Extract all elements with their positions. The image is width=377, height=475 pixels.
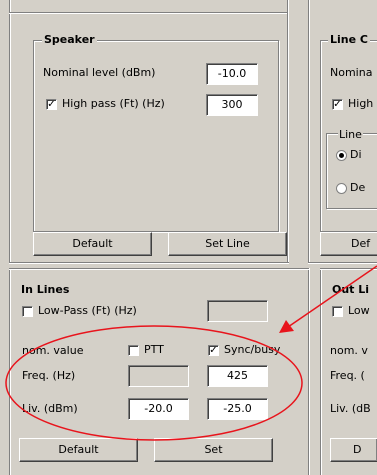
lowpass-label: Low-Pass (Ft) (Hz) (38, 304, 137, 317)
line-c-nominal-label: Nomina (330, 66, 373, 79)
speaker-default-button[interactable]: Default (33, 232, 152, 256)
freq-field-1[interactable] (128, 365, 189, 387)
line-c-sub-label: Line (338, 128, 363, 141)
line-c-radio-1[interactable] (336, 150, 347, 161)
speaker-panel-bottom-edge (9, 262, 289, 264)
nom-value-label: nom. value (22, 344, 84, 357)
freq-field-2[interactable]: 425 (207, 365, 268, 387)
highpass-checkbox[interactable]: ✓ (46, 99, 57, 110)
sync-busy-checkbox[interactable]: ✓ (208, 345, 219, 356)
annotation-arrow-line (287, 265, 377, 328)
liv-field-2[interactable]: -25.0 (207, 398, 268, 420)
line-c-radio-2[interactable] (336, 183, 347, 194)
annotation-arrow-head (279, 320, 294, 333)
freq-label: Freq. (Hz) (22, 369, 76, 382)
line-c-radio-2-label: De (350, 181, 366, 194)
out-lines-panel-left-edge (320, 268, 322, 475)
highpass-label: High pass (Ft) (Hz) (62, 97, 165, 110)
line-c-high-label: High (348, 97, 374, 110)
line-c-title: Line C (328, 33, 370, 46)
out-lines-freq-label: Freq. ( (330, 369, 365, 382)
line-c-panel-bottom-edge (308, 262, 377, 264)
line-c-radio-1-label: Di (350, 148, 362, 161)
speaker-panel-right-edge (287, 14, 289, 262)
top-edge-divider (0, 0, 377, 14)
ptt-label: PTT (144, 343, 164, 356)
lowpass-checkbox[interactable] (22, 306, 33, 317)
out-lines-default-button[interactable]: D (330, 438, 377, 462)
out-lines-liv-label: Liv. (dB (330, 402, 371, 415)
in-lines-title: In Lines (19, 283, 72, 296)
out-lines-panel-top-edge (320, 268, 377, 270)
line-c-sub-group (326, 133, 377, 209)
nominal-level-label: Nominal level (dBm) (43, 66, 156, 79)
lowpass-field[interactable] (207, 300, 268, 322)
in-lines-panel-right-edge (308, 268, 310, 475)
nominal-level-field[interactable]: -10.0 (206, 63, 258, 85)
line-c-panel-left-edge (308, 14, 310, 262)
line-c-high-checkbox[interactable]: ✓ (332, 99, 343, 110)
out-lines-nom-label: nom. v (330, 344, 368, 357)
in-lines-panel-top-edge (9, 268, 309, 270)
in-lines-set-button[interactable]: Set (154, 438, 273, 462)
highpass-field[interactable]: 300 (206, 94, 258, 116)
liv-field-1[interactable]: -20.0 (128, 398, 189, 420)
in-lines-panel-left-edge (9, 268, 11, 475)
speaker-title: Speaker (42, 33, 97, 46)
in-lines-default-button[interactable]: Default (19, 438, 138, 462)
out-lines-low-label: Low (348, 304, 370, 317)
liv-label: Liv. (dBm) (22, 402, 78, 415)
out-lines-low-checkbox[interactable] (332, 306, 343, 317)
sync-busy-label: Sync/busy (224, 343, 281, 356)
line-c-default-button[interactable]: Def (320, 232, 377, 256)
speaker-panel-left-edge (9, 14, 11, 262)
speaker-set-line-button[interactable]: Set Line (168, 232, 287, 256)
ptt-checkbox[interactable] (128, 345, 139, 356)
out-lines-title: Out Li (330, 283, 372, 296)
